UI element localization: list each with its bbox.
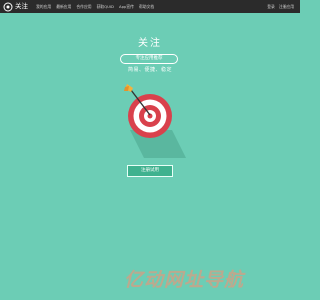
brand[interactable]: 关注 [3,0,28,13]
top-navigation-bar: 关注 我的应用 最新应用 合作应用 获取QUID App宣传 帮助文档 登录 注… [0,0,300,13]
login-link[interactable]: 登录 [267,0,275,13]
hero-title: 关注 [138,38,162,49]
target-illustration [124,84,186,158]
nav-item-help-docs[interactable]: 帮助文档 [139,0,154,13]
brand-name: 关注 [15,2,28,10]
main-nav: 我的应用 最新应用 合作应用 获取QUID App宣传 帮助文档 [36,0,159,13]
register-app-link[interactable]: 注册应用 [279,0,294,13]
nav-item-partner-apps[interactable]: 合作应用 [76,0,91,13]
nav-item-app-promo[interactable]: App宣传 [119,0,134,13]
hero-subtitle: 简易、便捷、稳定 [127,67,172,73]
logo-icon [3,2,13,12]
hero-tagline-pill: 专注应用推荐 [120,54,178,64]
watermark-text: 亿动网址导航 [124,268,245,291]
nav-item-my-apps[interactable]: 我的应用 [36,0,51,13]
nav-item-latest-apps[interactable]: 最新应用 [56,0,71,13]
register-trial-button[interactable]: 注册试用 [127,165,173,177]
nav-item-get-quid[interactable]: 获取QUID [97,0,114,13]
account-nav: 登录 注册应用 [267,0,298,13]
watermark: 亿动网址导航 [124,262,300,294]
